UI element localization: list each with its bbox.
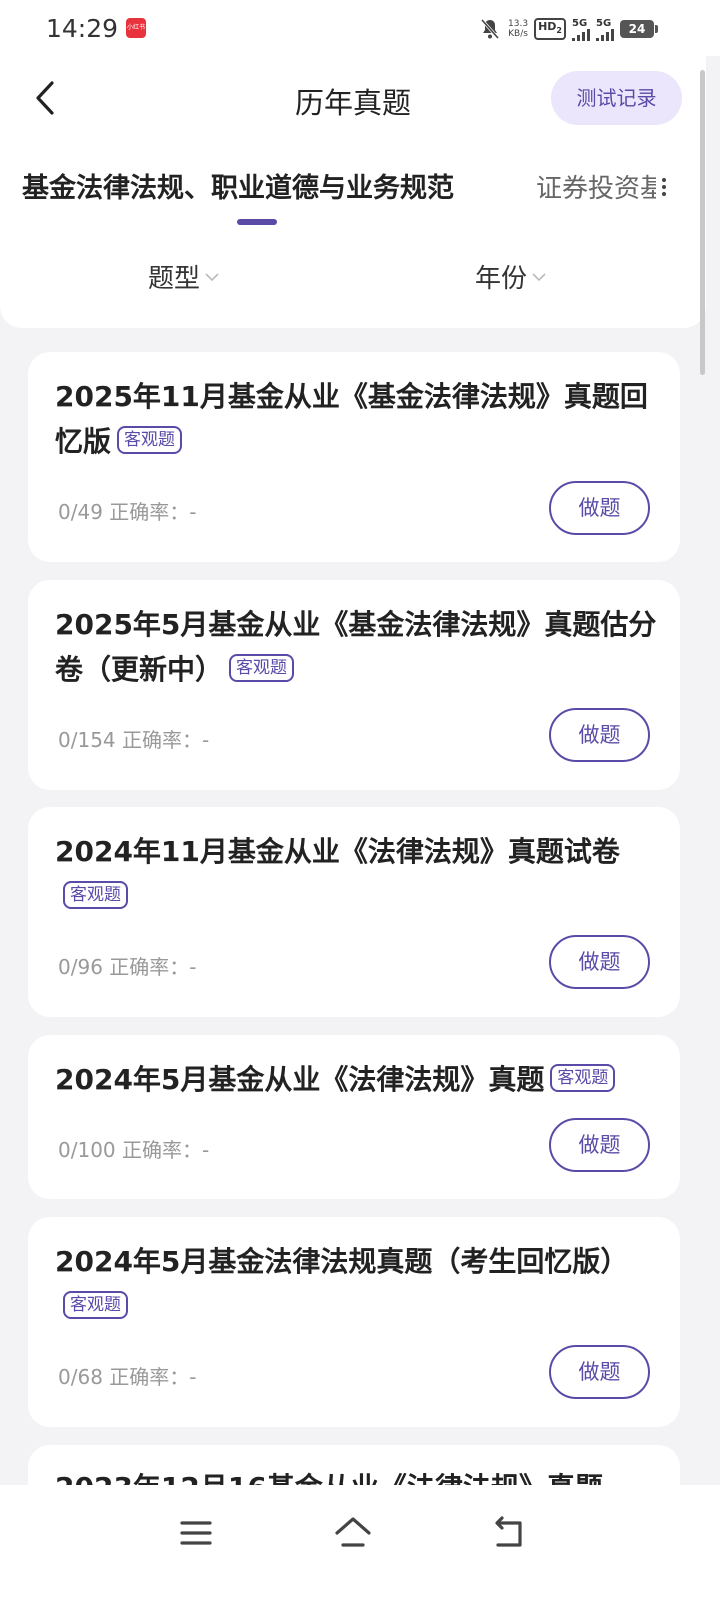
system-nav-bar [0,1485,720,1600]
exam-stats: 0/49 正确率：- [58,500,197,524]
more-tabs-icon[interactable] [660,176,668,198]
objective-tag: 客观题 [63,881,128,909]
exam-title-text: 2024年11月基金从业《法律法规》真题试卷 [55,835,620,868]
exam-title: 2025年5月基金从业《基金法律法规》真题估分卷（更新中） 客观题 [55,602,659,692]
signal-icon-1: 5G [572,18,590,41]
network-speed-value: 13.3 [508,19,529,29]
bell-muted-icon [480,19,500,39]
back-nav-icon[interactable] [490,1513,530,1553]
do-exam-button[interactable]: 做题 [549,708,650,762]
do-exam-button[interactable]: 做题 [549,481,650,535]
home-icon[interactable] [333,1513,373,1553]
exam-stats: 0/154 正确率：- [58,728,210,752]
tab-fund-law[interactable]: 基金法律法规、职业道德与业务规范 [22,166,454,205]
network-speed: 13.3 KB/s [508,19,528,39]
scrollbar[interactable] [700,70,705,375]
filter-year[interactable]: 年份 [475,258,547,295]
signal-1-label: 5G [572,17,588,29]
exam-card[interactable]: 2025年11月基金从业《基金法律法规》真题回忆版 客观题 0/49 正确率：- … [28,352,680,562]
exam-card[interactable]: 2025年5月基金从业《基金法律法规》真题估分卷（更新中） 客观题 0/154 正… [28,580,680,790]
exam-title-text: 2025年5月基金从业《基金法律法规》真题估分卷（更新中） [55,608,657,686]
filter-year-label: 年份 [475,264,528,294]
exam-title-text: 2024年5月基金法律法规真题（考生回忆版） [55,1245,629,1278]
objective-tag: 客观题 [550,1064,616,1092]
objective-tag: 客观题 [63,1291,128,1319]
test-record-button[interactable]: 测试记录 [551,71,682,125]
hd-voice-icon: HD2 [534,17,566,41]
exam-title: 2024年11月基金从业《法律法规》真题试卷客观题 [55,829,659,919]
exam-card[interactable]: 2024年5月基金从业《法律法规》真题 客观题 0/100 正确率：- 做题 [28,1035,680,1199]
signal-icon-2: 5G [596,18,614,41]
exam-title: 2024年5月基金从业《法律法规》真题 客观题 [55,1057,659,1102]
status-bar: 14:29 小红书 13.3 KB/s HD2 5G 5G 24 [0,0,720,56]
status-time: 14:29 [46,14,119,43]
signal-2-label: 5G [596,17,612,29]
exam-title: 2025年11月基金从业《基金法律法规》真题回忆版 客观题 [55,374,659,464]
exam-stats: 0/68 正确率：- [58,1365,197,1389]
hd-voice-sub: 2 [556,26,562,36]
tab-indicator [237,219,277,225]
objective-tag: 客观题 [117,426,183,454]
app-notification-icon: 小红书 [126,18,146,38]
battery-icon: 24 [620,20,658,38]
tab-securities[interactable]: 证券投资基 [536,168,656,205]
do-exam-button[interactable]: 做题 [549,1345,650,1399]
exam-card[interactable]: 2024年5月基金法律法规真题（考生回忆版） 客观题 0/68 正确率：- 做题 [28,1217,680,1427]
do-exam-button[interactable]: 做题 [549,1118,650,1172]
filter-type[interactable]: 题型 [148,258,220,295]
exam-card[interactable]: 2024年11月基金从业《法律法规》真题试卷客观题 0/96 正确率：- 做题 [28,807,680,1017]
network-speed-unit: KB/s [508,29,528,39]
menu-icon[interactable] [176,1513,216,1553]
chevron-down-icon [205,272,219,281]
exam-title-text: 2024年5月基金从业《法律法规》真题 [55,1063,545,1096]
exam-stats: 0/96 正确率：- [58,955,197,979]
chevron-down-icon [532,272,546,281]
exam-stats: 0/100 正确率：- [58,1138,210,1162]
header-panel: 历年真题 测试记录 基金法律法规、职业道德与业务规范 证券投资基 题型 年份 [0,56,706,328]
exam-title: 2024年5月基金法律法规真题（考生回忆版） 客观题 [55,1239,659,1329]
do-exam-button[interactable]: 做题 [549,935,650,989]
status-icons: 13.3 KB/s HD2 5G 5G 24 [478,14,658,44]
filter-type-label: 题型 [148,264,201,294]
objective-tag: 客观题 [229,654,295,682]
